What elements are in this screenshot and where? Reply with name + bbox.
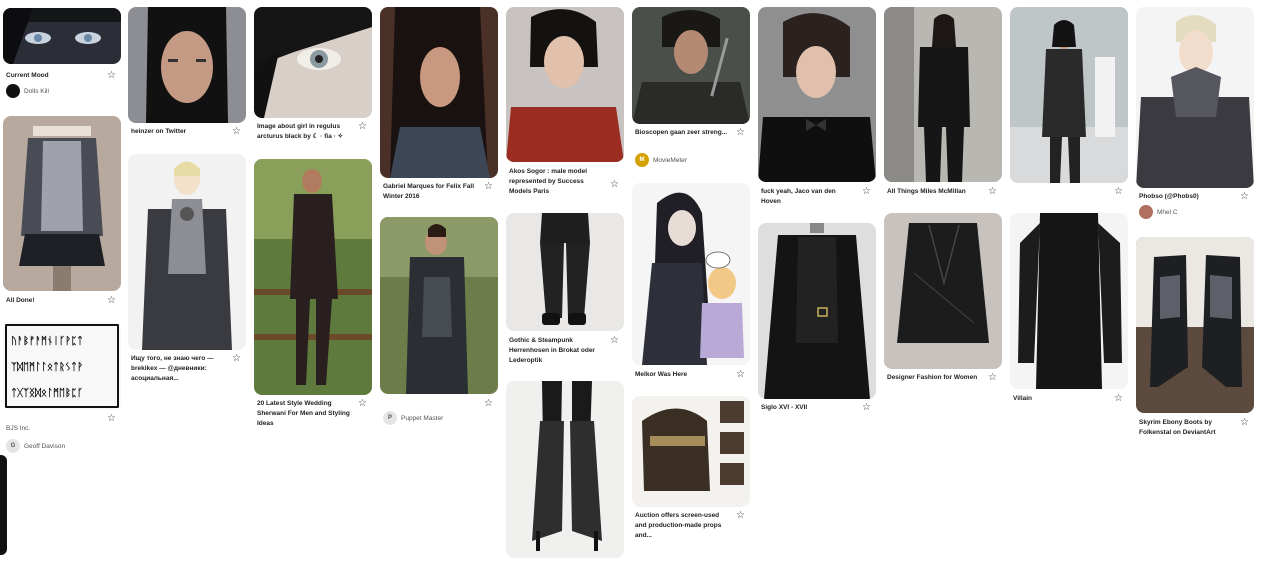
save-star-icon[interactable]: ☆: [1114, 187, 1124, 197]
source-name: MovieMeter: [653, 156, 687, 164]
save-star-icon[interactable]: ☆: [988, 187, 998, 197]
save-star-icon[interactable]: ☆: [736, 370, 746, 380]
source-name: Dolls Kill: [24, 87, 49, 95]
source-name: Mhel C: [1157, 208, 1178, 216]
pin-image-villain-top[interactable]: [1010, 213, 1128, 389]
pin-attribution[interactable]: M MovieMeter: [635, 153, 687, 167]
source-name: Geoff Davison: [24, 442, 66, 450]
save-star-icon[interactable]: ☆: [1240, 418, 1250, 428]
pin-caption[interactable]: Ищу того, не знаю чего — brekikex — @дне…: [131, 354, 227, 384]
pin-image-armor-woman[interactable]: [380, 217, 498, 394]
pin-caption[interactable]: All Done!: [6, 296, 102, 306]
save-star-icon[interactable]: ☆: [862, 403, 872, 413]
pin-caption[interactable]: Bioscopen gaan zeer streng...: [635, 128, 731, 138]
pin-caption[interactable]: 20 Latest Style Wedding Sherwani For Men…: [257, 399, 353, 429]
save-star-icon[interactable]: ☆: [358, 122, 368, 132]
pin-image-armored-heels[interactable]: [506, 381, 624, 558]
pin-attribution[interactable]: G Geoff Davison: [6, 439, 65, 453]
pin-attribution[interactable]: Mhel C: [1139, 205, 1178, 219]
avatar: M: [635, 153, 649, 167]
pin-image-portrait[interactable]: [128, 7, 246, 123]
save-star-icon[interactable]: ☆: [1114, 394, 1124, 404]
rune-row: ᛏᚷᛉᛝᛞᛟᛚᛗᛖᛒᛈᚴ: [11, 387, 83, 399]
pin-caption[interactable]: Gothic & Steampunk Herrenhosen in Brokat…: [509, 336, 605, 366]
save-star-icon[interactable]: ☆: [736, 128, 746, 138]
pin-image-helmet-props[interactable]: [632, 396, 750, 507]
pin-caption[interactable]: Image about girl in regulus arcturus bla…: [257, 122, 353, 142]
pin-caption[interactable]: Designer Fashion for Women: [887, 373, 983, 383]
pin-image-ebony-boots[interactable]: [1136, 237, 1254, 413]
avatar: P: [383, 411, 397, 425]
save-star-icon[interactable]: ☆: [107, 71, 117, 81]
pin-image-melkor-art[interactable]: [632, 183, 750, 365]
save-star-icon[interactable]: ☆: [358, 399, 368, 409]
pin-image-miles[interactable]: [884, 7, 1002, 182]
source-name: Puppet Master: [401, 414, 444, 422]
pin-image-illustration[interactable]: [128, 154, 246, 350]
save-star-icon[interactable]: ☆: [107, 414, 117, 424]
save-star-icon[interactable]: ☆: [736, 511, 746, 521]
save-star-icon[interactable]: ☆: [232, 354, 242, 364]
pin-attribution[interactable]: Dolls Kill: [6, 84, 49, 98]
save-star-icon[interactable]: ☆: [232, 127, 242, 137]
avatar: [6, 84, 20, 98]
pin-image-gabriel[interactable]: [380, 7, 498, 178]
pin-image-designer-jacket[interactable]: [884, 213, 1002, 369]
pin-image-jaco[interactable]: [758, 7, 876, 182]
pin-image-phobso-art[interactable]: [1136, 7, 1254, 188]
save-star-icon[interactable]: ☆: [107, 296, 117, 306]
pin-caption[interactable]: Siglo XVI - XVII: [761, 403, 857, 413]
pin-image-doublet[interactable]: [3, 116, 121, 291]
pin-source-line: BJS Inc.: [6, 425, 31, 432]
pin-caption[interactable]: Skyrim Ebony Boots by Folkenstal on Devi…: [1139, 418, 1235, 438]
avatar: [1139, 205, 1153, 219]
pin-caption[interactable]: heinzer on Twitter: [131, 127, 227, 137]
save-star-icon[interactable]: ☆: [862, 187, 872, 197]
pin-attribution[interactable]: P Puppet Master: [383, 411, 443, 425]
caption-handle: heinzer: [131, 128, 154, 135]
pin-image-dwarf-runes[interactable]: ᚢᚨᛒᚠᚨᛗᚾᛁᚴᚹᛈᛏ ᛉᛞᛖᛗᛚᛚᛟᛏᚱᛊᛏᚹ ᛏᚷᛉᛝᛞᛟᛚᛗᛖᛒᛈᚴ: [3, 322, 121, 410]
save-star-icon[interactable]: ☆: [1240, 192, 1250, 202]
save-star-icon[interactable]: ☆: [484, 399, 494, 409]
pin-image-cosplay[interactable]: [1010, 7, 1128, 183]
rune-row: ᚢᚨᛒᚠᚨᛗᚾᛁᚴᚹᛈᛏ: [11, 335, 83, 347]
pin-image-akos-sogor[interactable]: [506, 7, 624, 162]
save-star-icon[interactable]: ☆: [484, 182, 494, 192]
avatar: G: [6, 439, 20, 453]
pin-caption[interactable]: Melkor Was Here: [635, 370, 731, 380]
pin-image-sherwani[interactable]: [254, 159, 372, 395]
save-star-icon[interactable]: ☆: [610, 336, 620, 346]
rune-row: ᛉᛞᛖᛗᛚᛚᛟᛏᚱᛊᛏᚹ: [11, 361, 83, 373]
pin-caption[interactable]: Auction offers screen-used and productio…: [635, 511, 731, 541]
pin-image-trousers[interactable]: [506, 213, 624, 331]
pin-image-eye[interactable]: [254, 7, 372, 118]
pin-caption[interactable]: Gabriel Marques for Felix Fall Winter 20…: [383, 182, 479, 202]
pin-caption[interactable]: Villain: [1013, 394, 1109, 404]
pin-caption[interactable]: fuck yeah, Jaco van den Hoven: [761, 187, 857, 207]
save-star-icon[interactable]: ☆: [610, 180, 620, 190]
pin-caption[interactable]: Current Mood: [6, 71, 102, 81]
pin-image-siglo-cloak[interactable]: [758, 223, 876, 399]
pin-image-current-mood[interactable]: [3, 8, 121, 64]
side-panel-handle[interactable]: [0, 455, 7, 555]
pin-caption[interactable]: Akos Sogor : male model represented by S…: [509, 167, 605, 197]
pin-image-movie-still[interactable]: [632, 7, 750, 124]
save-star-icon[interactable]: ☆: [988, 373, 998, 383]
pin-caption[interactable]: All Things Miles McMillan: [887, 187, 983, 197]
pin-caption[interactable]: Phobso (@Phobs0): [1139, 192, 1235, 202]
caption-text: on Twitter: [153, 128, 187, 135]
